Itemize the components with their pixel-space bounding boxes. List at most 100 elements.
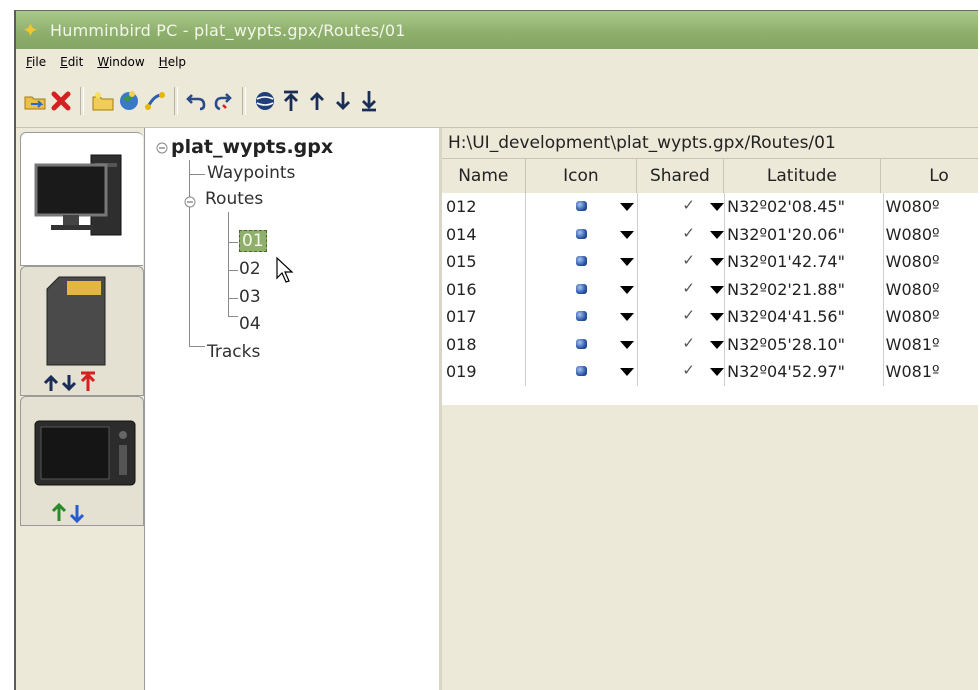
cell-shared[interactable]: ✓ xyxy=(638,275,726,303)
sphere-icon[interactable] xyxy=(252,86,278,116)
cell-longitude[interactable]: W081º xyxy=(884,358,978,386)
redo-icon[interactable] xyxy=(210,86,236,116)
table-row[interactable]: 014 ✓ N32º01'20.06" W080º xyxy=(442,220,978,249)
cell-latitude[interactable]: N32º02'08.45" xyxy=(725,193,884,221)
menu-file[interactable]: File xyxy=(26,55,46,69)
table-row[interactable]: 012 ✓ N32º02'08.45" W080º xyxy=(442,193,978,221)
table-row[interactable]: 018 ✓ N32º05'28.10" W081º xyxy=(442,330,978,359)
cell-name[interactable]: 017 xyxy=(442,303,527,331)
tree-item-route-02[interactable]: 02 xyxy=(239,259,261,279)
cell-icon[interactable] xyxy=(526,330,639,358)
cell-name[interactable]: 016 xyxy=(442,275,527,303)
cell-shared[interactable]: ✓ xyxy=(638,193,726,221)
cell-icon[interactable] xyxy=(526,193,639,221)
cell-icon[interactable] xyxy=(526,248,639,276)
move-bottom-icon[interactable] xyxy=(356,86,382,116)
cell-name[interactable]: 015 xyxy=(442,248,527,276)
cell-icon[interactable] xyxy=(526,358,639,386)
dropdown-arrow-icon[interactable] xyxy=(620,313,635,321)
dropdown-arrow-icon[interactable] xyxy=(710,285,725,294)
cell-latitude[interactable]: N32º01'42.74" xyxy=(725,248,884,276)
collapse-icon[interactable] xyxy=(156,142,168,154)
cell-longitude[interactable]: W080º xyxy=(884,248,978,276)
dropdown-arrow-icon[interactable] xyxy=(620,285,635,294)
tree-item-route-01[interactable]: 01 xyxy=(239,230,267,252)
menu-window[interactable]: Window xyxy=(97,55,144,69)
cell-name[interactable]: 014 xyxy=(442,220,527,248)
dropdown-arrow-icon[interactable] xyxy=(710,340,725,349)
move-top-icon[interactable] xyxy=(278,86,304,116)
cell-icon[interactable] xyxy=(526,303,639,331)
cell-shared[interactable]: ✓ xyxy=(638,303,726,331)
waypoint-dot-icon xyxy=(576,366,588,376)
cell-latitude[interactable]: N32º01'20.06" xyxy=(725,220,884,248)
dropdown-arrow-icon[interactable] xyxy=(620,340,635,349)
cell-latitude[interactable]: N32º05'28.10" xyxy=(725,330,884,358)
cell-longitude[interactable]: W080º xyxy=(884,193,978,221)
cell-shared[interactable]: ✓ xyxy=(638,358,726,386)
cell-shared[interactable]: ✓ xyxy=(638,330,726,358)
cell-longitude[interactable]: W080º xyxy=(884,221,978,249)
column-header-icon[interactable]: Icon xyxy=(526,159,638,193)
cell-name[interactable]: 012 xyxy=(442,193,527,221)
title-bar[interactable]: ✦ Humminbird PC - plat_wypts.gpx/Routes/… xyxy=(16,11,978,49)
undo-icon[interactable] xyxy=(184,86,210,116)
waypoint-dot-icon xyxy=(576,338,588,349)
column-header-name[interactable]: Name xyxy=(442,159,526,193)
tree-root-label[interactable]: plat_wypts.gpx xyxy=(171,136,333,158)
cell-latitude[interactable]: N32º02'21.88" xyxy=(725,275,884,303)
column-header-latitude[interactable]: Latitude xyxy=(724,159,882,193)
column-header-longitude[interactable]: Lo xyxy=(881,159,978,193)
dropdown-arrow-icon[interactable] xyxy=(710,258,725,266)
dropdown-arrow-icon[interactable] xyxy=(710,368,725,376)
pc-device-tab[interactable] xyxy=(20,132,143,266)
move-down-icon[interactable] xyxy=(330,86,356,116)
cell-longitude[interactable]: W080º xyxy=(884,276,978,304)
tree-item-route-03[interactable]: 03 xyxy=(239,287,261,307)
menu-bar: File Edit Window Help xyxy=(16,49,978,76)
tree-item-tracks[interactable]: Tracks xyxy=(207,342,260,362)
waypoint-dot-icon xyxy=(576,228,588,239)
app-window: ✦ Humminbird PC - plat_wypts.gpx/Routes/… xyxy=(14,10,978,690)
table-row[interactable]: 016 ✓ N32º02'21.88" W080º xyxy=(442,275,978,304)
delete-icon[interactable] xyxy=(48,86,74,116)
table-row[interactable]: 019 ✓ N32º04'52.97" W081º xyxy=(442,358,978,386)
new-folder-icon[interactable] xyxy=(90,86,116,116)
fishfinder-device-tab[interactable] xyxy=(20,396,144,526)
cell-longitude[interactable]: W081º xyxy=(884,331,978,359)
table-row[interactable]: 017 ✓ N32º04'41.56" W080º xyxy=(442,303,978,331)
cell-icon[interactable] xyxy=(526,275,639,303)
collapse-icon[interactable] xyxy=(184,196,196,208)
table-row[interactable]: 015 ✓ N32º01'42.74" W080º xyxy=(442,248,978,276)
dropdown-arrow-icon[interactable] xyxy=(710,203,725,211)
move-up-icon[interactable] xyxy=(304,86,330,116)
sd-card-device-tab[interactable] xyxy=(20,266,144,396)
menu-edit[interactable]: Edit xyxy=(60,55,83,69)
dropdown-arrow-icon[interactable] xyxy=(710,230,725,239)
tree-item-route-04[interactable]: 04 xyxy=(239,314,261,334)
tree-connector xyxy=(189,160,190,346)
dropdown-arrow-icon[interactable] xyxy=(620,368,635,376)
column-header-shared[interactable]: Shared xyxy=(637,159,724,193)
tree-item-routes[interactable]: Routes xyxy=(205,189,263,209)
computer-icon xyxy=(34,154,122,236)
dropdown-arrow-icon[interactable] xyxy=(620,203,635,211)
dropdown-arrow-icon[interactable] xyxy=(710,313,725,321)
cell-name[interactable]: 018 xyxy=(442,330,527,358)
cell-icon[interactable] xyxy=(526,220,639,248)
checkmark-icon: ✓ xyxy=(682,333,695,352)
open-folder-icon[interactable] xyxy=(22,86,48,116)
dropdown-arrow-icon[interactable] xyxy=(620,230,635,239)
cell-name[interactable]: 019 xyxy=(442,358,527,386)
cell-shared[interactable]: ✓ xyxy=(638,220,726,248)
cell-latitude[interactable]: N32º04'41.56" xyxy=(725,303,884,331)
route-icon[interactable] xyxy=(142,86,168,116)
globe-icon[interactable] xyxy=(116,86,142,116)
cell-longitude[interactable]: W080º xyxy=(884,303,978,331)
cell-shared[interactable]: ✓ xyxy=(638,248,726,276)
menu-help[interactable]: Help xyxy=(159,55,186,69)
dropdown-arrow-icon[interactable] xyxy=(620,258,635,266)
waypoint-dot-icon xyxy=(576,283,588,294)
cell-latitude[interactable]: N32º04'52.97" xyxy=(725,358,884,386)
tree-item-waypoints[interactable]: Waypoints xyxy=(207,163,295,183)
